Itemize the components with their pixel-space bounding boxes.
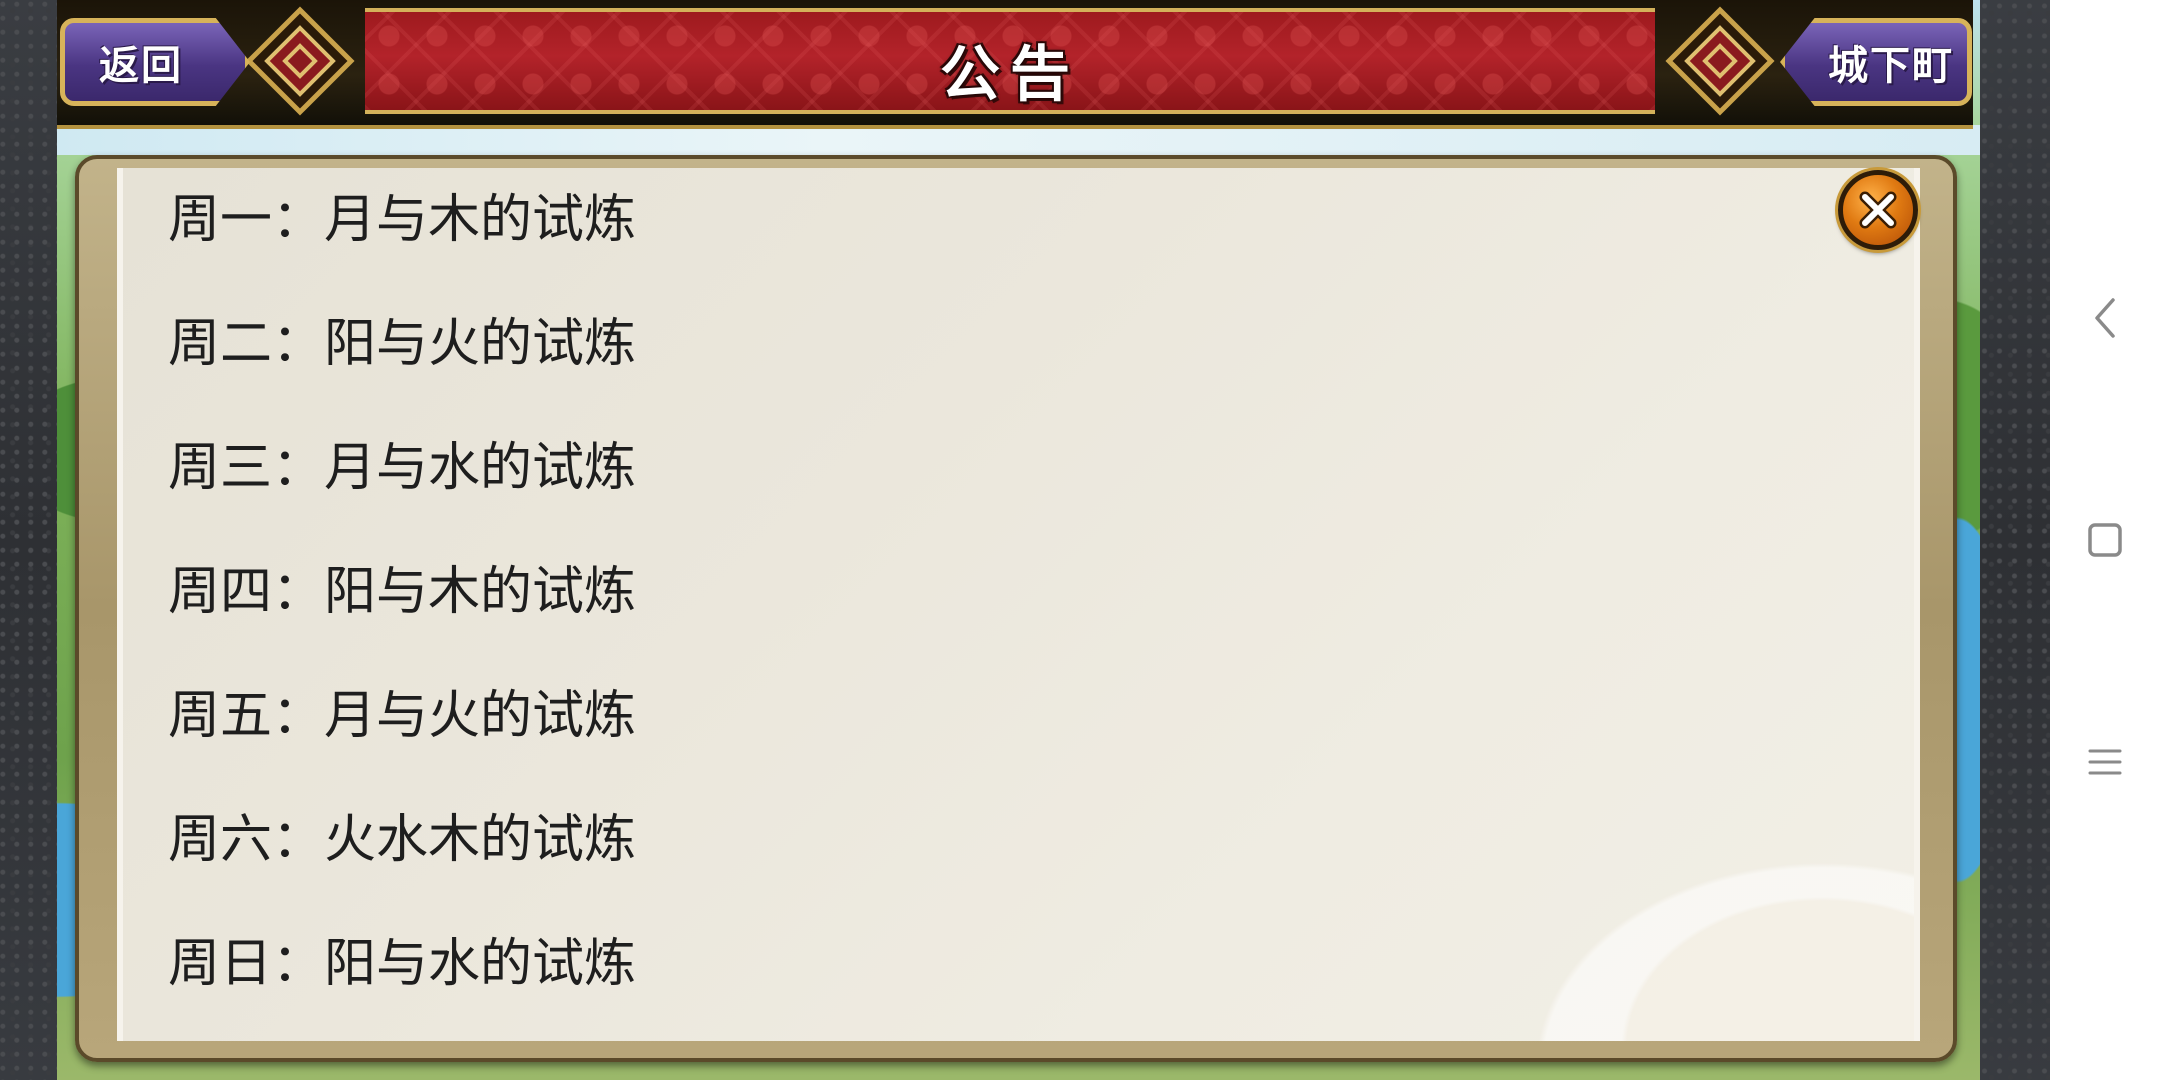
- nav-back-button[interactable]: [2050, 278, 2160, 358]
- system-nav-bar: [2050, 0, 2160, 1080]
- nav-menu-button[interactable]: [2050, 722, 2160, 802]
- list-item: 周三：月与水的试炼: [168, 438, 637, 498]
- list-item: 周四：阳与木的试炼: [168, 562, 637, 622]
- list-item: 周六：火水木的试炼: [168, 810, 637, 870]
- close-button[interactable]: [1838, 170, 1918, 250]
- town-button[interactable]: 城下町: [1780, 18, 1972, 106]
- list-item: 周二：阳与火的试炼: [168, 314, 637, 374]
- square-icon: [2088, 523, 2122, 557]
- nav-home-button[interactable]: [2050, 500, 2160, 580]
- close-icon: [1859, 191, 1897, 229]
- menu-icon: [2088, 749, 2122, 775]
- list-item: 周一：月与木的试炼: [168, 190, 637, 250]
- trial-schedule-list: 周一：月与木的试炼 周二：阳与火的试炼 周三：月与水的试炼 周四：阳与木的试炼 …: [168, 182, 636, 1050]
- list-item: 周日：阳与水的试炼: [168, 934, 637, 994]
- diamond-ornament-icon: [1665, 6, 1775, 116]
- back-button-label: 返回: [99, 43, 183, 89]
- stone-border-left: [0, 0, 57, 1080]
- list-item: 周五：月与火的试炼: [168, 686, 637, 746]
- title-banner: 公告: [365, 8, 1655, 114]
- page-title: 公告: [940, 40, 1080, 110]
- chevron-left-icon: [2095, 298, 2115, 338]
- diamond-ornament-icon: [245, 6, 355, 116]
- back-button[interactable]: 返回: [60, 18, 250, 106]
- town-button-label: 城下町: [1828, 43, 1954, 89]
- stone-border-right: [1980, 0, 2050, 1080]
